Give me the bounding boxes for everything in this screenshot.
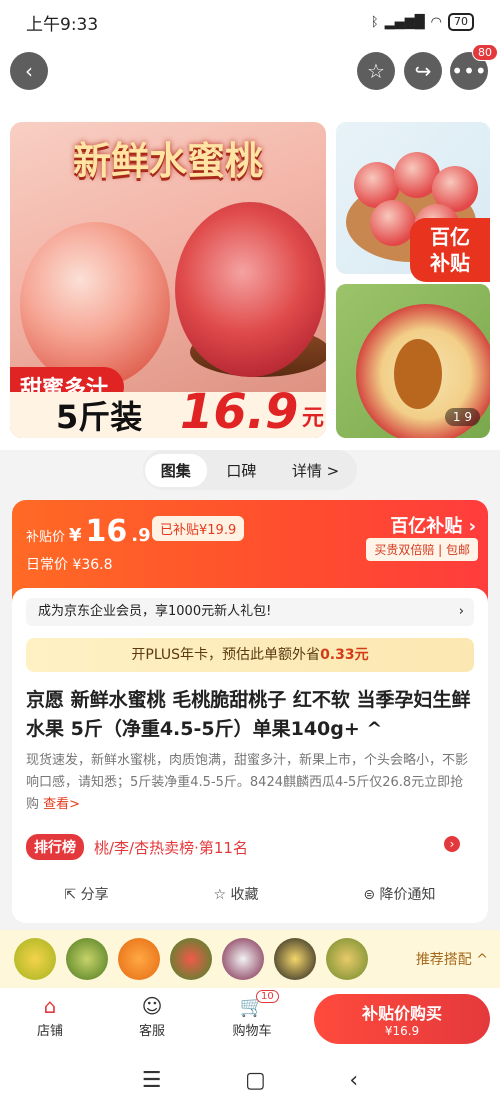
price-currency: ¥ bbox=[69, 525, 82, 546]
cart-button[interactable]: 🛒 10 购物车 bbox=[222, 990, 282, 1039]
gallery-tabs: 图集 口碑 详情 > bbox=[143, 450, 357, 490]
favorite-button[interactable]: ☆ 收藏 bbox=[213, 884, 258, 904]
main-product-image[interactable]: 新鲜水蜜桃 甜蜜多汁 5斤装 16.9 元 bbox=[10, 122, 326, 438]
ranking-badge: 排行榜 bbox=[26, 834, 84, 860]
price-integer: 16 bbox=[85, 514, 128, 549]
notification-badge: 80 bbox=[472, 44, 498, 61]
status-time: 上午9:33 bbox=[26, 14, 99, 35]
buy-button[interactable]: 补贴价购买 ¥16.9 bbox=[314, 994, 490, 1044]
price-alert-icon: ⊜ bbox=[363, 887, 380, 903]
plus-amount: 0.33元 bbox=[320, 647, 369, 663]
fruit-thumbnail[interactable] bbox=[274, 938, 316, 980]
back-icon[interactable]: ‹ bbox=[349, 1068, 358, 1093]
chevron-right-icon: › bbox=[458, 604, 464, 619]
tab-reviews[interactable]: 口碑 bbox=[210, 454, 272, 487]
buy-label: 补贴价购买 bbox=[361, 1004, 442, 1023]
yi-subsidy-link[interactable]: 百亿补贴 › bbox=[390, 512, 476, 538]
already-subsidized-badge: 已补贴¥19.9 bbox=[152, 516, 245, 541]
recommendation-strip: 推荐搭配 ^ bbox=[0, 930, 500, 988]
buy-price: ¥16.9 bbox=[384, 1024, 420, 1038]
fruit-thumbnail[interactable] bbox=[14, 938, 56, 980]
wifi-icon: ◠ bbox=[430, 14, 442, 30]
top-bar: ‹ ☆ ↪ ••• 80 bbox=[0, 44, 500, 114]
price-label: 补贴价 bbox=[26, 530, 66, 545]
pack-price: 16.9 bbox=[180, 384, 299, 438]
plus-text: 开PLUS年卡，预估此单额外省 bbox=[131, 647, 321, 663]
favorite-top-button[interactable]: ☆ bbox=[357, 52, 395, 90]
price-alert-button[interactable]: ⊜ 降价通知 bbox=[363, 884, 435, 904]
system-nav-bar: ☰ ▢ ‹ bbox=[0, 1050, 500, 1111]
product-gallery: 新鲜水蜜桃 甜蜜多汁 5斤装 16.9 元 1 9 百亿 补贴 bbox=[0, 114, 500, 450]
battery-icon: 70 bbox=[448, 13, 474, 31]
bottom-bar: ⌂ 店铺 ☺ 客服 🛒 10 购物车 补贴价购买 ¥16.9 bbox=[0, 988, 500, 1050]
guarantee-badge: 买贵双倍赔 | 包邮 bbox=[366, 538, 478, 561]
member-promo[interactable]: 成为京东企业会员，享1000元新人礼包! › bbox=[26, 598, 474, 626]
tab-details[interactable]: 详情 > bbox=[276, 454, 355, 487]
corner-line1: 百亿 bbox=[430, 225, 470, 249]
share-top-button[interactable]: ↪ bbox=[404, 52, 442, 90]
fruit-thumbnail[interactable] bbox=[222, 938, 264, 980]
more-button[interactable]: ••• 80 bbox=[450, 44, 498, 90]
tab-gallery[interactable]: 图集 bbox=[144, 453, 207, 487]
price-decimal: .9 bbox=[131, 525, 151, 546]
member-text: 成为京东企业会员，享1000元新人礼包! bbox=[38, 604, 272, 619]
home-icon[interactable]: ▢ bbox=[245, 1068, 266, 1093]
image-counter: 1 9 bbox=[444, 408, 480, 426]
fruit-thumbnail[interactable] bbox=[66, 938, 108, 980]
ranking-text: 桃/李/杏热卖榜·第11名 bbox=[94, 838, 248, 857]
thumbnail-halved[interactable]: 1 9 bbox=[336, 284, 490, 438]
peach-illustration bbox=[175, 202, 325, 377]
price-alert-label: 降价通知 bbox=[379, 887, 436, 903]
product-title: 京愿 新鲜水蜜桃 毛桃脆甜桃子 红不软 当季孕妇生鲜水果 5斤（净重4.5-5斤… bbox=[26, 689, 471, 740]
fruit-thumbnail[interactable] bbox=[326, 938, 368, 980]
favorite-label: 收藏 bbox=[230, 887, 259, 903]
service-icon: ☺ bbox=[141, 994, 163, 1018]
chevron-right-icon[interactable]: › bbox=[444, 836, 460, 852]
corner-line2: 补贴 bbox=[430, 251, 470, 275]
description-text: 现货速发，新鲜水蜜桃，肉质饱满，甜蜜多汁，新果上市，个头会略小，不影响口感，请知… bbox=[26, 753, 469, 812]
signal-icon: ▂▄▆█ bbox=[384, 14, 425, 30]
chevron-left-icon: ‹ bbox=[25, 59, 33, 83]
subsidy-corner-badge: 百亿 补贴 bbox=[410, 218, 490, 282]
share-label: 分享 bbox=[80, 887, 109, 903]
fruit-thumbnail[interactable] bbox=[118, 938, 160, 980]
status-icons: ᛒ ▂▄▆█ ◠ 70 bbox=[371, 13, 474, 31]
star-icon: ☆ bbox=[367, 59, 385, 83]
shop-button[interactable]: ⌂ 店铺 bbox=[20, 994, 80, 1039]
back-button[interactable]: ‹ bbox=[10, 52, 48, 90]
subsidy-price: 补贴价 ¥ 16 .9 bbox=[26, 514, 151, 549]
plus-promo[interactable]: 开PLUS年卡，预估此单额外省0.33元 bbox=[26, 638, 474, 672]
pack-unit: 元 bbox=[302, 406, 325, 431]
service-button[interactable]: ☺ 客服 bbox=[122, 994, 182, 1039]
product-description: 现货速发，新鲜水蜜桃，肉质饱满，甜蜜多汁，新果上市，个头会略小，不影响口感，请知… bbox=[26, 750, 474, 816]
product-info-card: 成为京东企业会员，享1000元新人礼包! › 开PLUS年卡，预估此单额外省0.… bbox=[12, 588, 488, 923]
share-icon: ⇱ bbox=[64, 887, 81, 903]
bluetooth-icon: ᛒ bbox=[370, 14, 379, 30]
shop-icon: ⌂ bbox=[43, 994, 57, 1018]
shop-label: 店铺 bbox=[36, 1024, 63, 1039]
status-bar: 上午9:33 ᛒ ▂▄▆█ ◠ 70 bbox=[0, 0, 500, 44]
action-row: ⇱ 分享 ☆ 收藏 ⊜ 降价通知 bbox=[12, 884, 488, 904]
image-title: 新鲜水蜜桃 bbox=[72, 139, 263, 183]
view-more-link[interactable]: 查看> bbox=[43, 797, 80, 812]
ranking-row[interactable]: 排行榜 桃/李/杏热卖榜·第11名 bbox=[26, 834, 248, 860]
daily-price: 日常价 ¥36.8 bbox=[26, 557, 113, 573]
star-icon: ☆ bbox=[213, 887, 231, 903]
fruit-thumbnail[interactable] bbox=[170, 938, 212, 980]
menu-icon[interactable]: ☰ bbox=[142, 1068, 162, 1093]
peach-pit-illustration bbox=[394, 339, 442, 409]
pack-label: 5斤装 bbox=[56, 398, 143, 436]
pack-banner: 5斤装 16.9 元 bbox=[10, 384, 326, 438]
recommend-pairing-toggle[interactable]: 推荐搭配 ^ bbox=[416, 949, 488, 969]
share-button[interactable]: ⇱ 分享 bbox=[64, 884, 108, 904]
more-icon: ••• bbox=[451, 59, 487, 83]
peach-illustration bbox=[20, 222, 170, 387]
share-icon: ↪ bbox=[414, 59, 432, 83]
service-label: 客服 bbox=[138, 1024, 165, 1039]
cart-label: 购物车 bbox=[232, 1024, 272, 1039]
cart-badge: 10 bbox=[256, 990, 279, 1003]
